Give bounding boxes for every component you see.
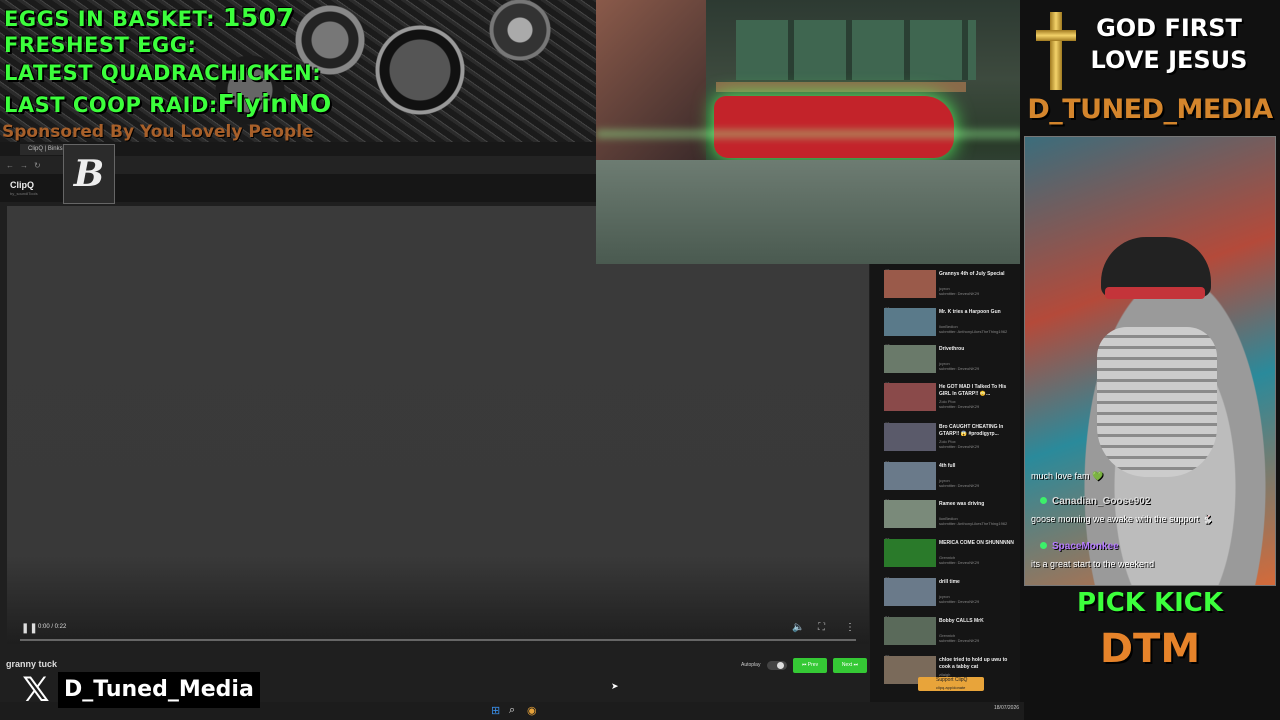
queue-item-title[interactable]: 4th full: [939, 463, 1017, 470]
cross-icon: [1036, 12, 1076, 90]
queue-item-meta: jcyron submitter: DeveoNK29: [939, 478, 980, 488]
queue-item-meta: jcyron submitter: DeveoNK29: [939, 594, 980, 604]
forward-icon[interactable]: →: [20, 161, 28, 170]
queue-item-meta: jcyron submitter: DeveoNK29: [939, 361, 980, 371]
chat-message: goose morning we awake with the support …: [1031, 514, 1213, 524]
freshest-egg-label: FRESHEST EGG:: [4, 33, 197, 57]
love-jesus-text: LOVE JESUS: [1090, 46, 1248, 74]
queue-item[interactable]: 204th fulljcyronsubmitter: DeveoNK29: [877, 460, 1017, 498]
chat-username-text: Canadian_Goose902: [1052, 496, 1151, 507]
queue-item-meta: Grennich submitter: DeveoNK29: [939, 555, 980, 565]
queue-item-thumbnail[interactable]: [884, 270, 936, 298]
queue-item-title[interactable]: MERICA COME ON SHUNNNNN: [939, 540, 1017, 547]
queue-item[interactable]: 24Bobby CALLS MrKGrennichsubmitter: Deve…: [877, 615, 1017, 653]
queue-item-meta: Zolo Plox submitter: DeveoNK29: [939, 439, 980, 449]
fullscreen-icon[interactable]: ⛶: [818, 622, 825, 633]
more-options-icon[interactable]: ⋮: [845, 622, 855, 633]
queue-item-thumbnail[interactable]: [884, 345, 936, 373]
queue-item-meta: lionBedion submitter: AnthonyLikesTheThin…: [939, 516, 1008, 526]
queue-item-meta: jcyron submitter: DeveoNK29: [939, 286, 980, 296]
pick-kick-text: PICK KICK: [1076, 588, 1224, 618]
queue-item-meta: Grennich submitter: DeveoNK29: [939, 633, 980, 643]
badge-icon: [1040, 497, 1047, 504]
autoplay-toggle[interactable]: [767, 661, 787, 670]
queue-item-thumbnail[interactable]: [884, 383, 936, 411]
queue-item-title[interactable]: Mr. K tries a Harpoon Gun: [939, 309, 1017, 316]
channel-logo: B: [63, 144, 115, 204]
chrome-icon[interactable]: ◉: [527, 704, 537, 717]
support-clipq-button[interactable]: Support ClipQ clipq.app/donate: [918, 677, 984, 691]
dtm-text: DTM: [1099, 626, 1201, 672]
queue-item[interactable]: 21Ramee was drivinglionBedionsubmitter: …: [877, 498, 1017, 536]
windows-start-icon[interactable]: ⊞: [491, 704, 500, 717]
queue-item-title[interactable]: drill time: [939, 579, 1017, 586]
queue-item-title[interactable]: Bro CAUGHT CHEATING In GTARP!! 😱 #prodig…: [939, 424, 1017, 438]
queue-item[interactable]: 19Bro CAUGHT CHEATING In GTARP!! 😱 #prod…: [877, 421, 1017, 459]
queue-item[interactable]: 22MERICA COME ON SHUNNNNNGrennichsubmitt…: [877, 537, 1017, 575]
queue-item-title[interactable]: chloe tried to hold up uwu to cook a tab…: [939, 657, 1017, 671]
eggs-value: 1507: [222, 3, 295, 32]
chat-message: much love fam 💚: [1031, 471, 1104, 481]
queue-item-title[interactable]: Grannys 4th of July Special: [939, 271, 1017, 278]
god-first-text: GOD FIRST: [1096, 14, 1242, 42]
autoplay-label: Autoplay: [741, 662, 761, 668]
video-time: 0:00 / 0:22: [38, 624, 67, 630]
social-handle: D_Tuned_Media: [58, 672, 260, 708]
queue-item-thumbnail[interactable]: [884, 462, 936, 490]
queue-item[interactable]: 17Drivethroujcyronsubmitter: DeveoNK29: [877, 343, 1017, 381]
webcam-room-feed: [596, 0, 1024, 264]
queue-item[interactable]: 15Grannys 4th of July Specialjcyronsubmi…: [877, 268, 1017, 306]
mouse-cursor-icon: ➤: [611, 681, 619, 691]
queue-item[interactable]: 18He GOT MAD I Talked To His GIRL In GTA…: [877, 381, 1017, 419]
reload-icon[interactable]: ↻: [34, 161, 41, 170]
quadrachicken-label: LATEST QUADRACHICKEN:: [4, 61, 322, 85]
brand-title: D_TUNED_MEDIA: [1027, 94, 1273, 125]
badge-icon: [1040, 542, 1047, 549]
queue-item-thumbnail[interactable]: [884, 500, 936, 528]
queue-item[interactable]: 16Mr. K tries a Harpoon GunlionBedionsub…: [877, 306, 1017, 344]
queue-item-thumbnail[interactable]: [884, 423, 936, 451]
queue-item-thumbnail[interactable]: [884, 617, 936, 645]
search-icon[interactable]: ⌕: [509, 704, 515, 717]
eggs-counter: EGGS IN BASKET: 1507: [4, 3, 295, 32]
site-title[interactable]: ClipQ: [10, 180, 34, 190]
video-player[interactable]: [7, 206, 869, 644]
queue-item-thumbnail[interactable]: [884, 578, 936, 606]
video-progress-bar[interactable]: [20, 639, 856, 641]
x-logo-icon: 𝕏: [22, 670, 50, 710]
queue-item-title[interactable]: Ramee was driving: [939, 501, 1017, 508]
taskbar-clock: 18/07/2026: [994, 705, 1020, 711]
chat-username: Canadian_Goose902: [1040, 496, 1150, 507]
pause-icon[interactable]: ❚❚: [21, 623, 38, 634]
queue-item-title[interactable]: Bobby CALLS MrK: [939, 618, 1017, 625]
raid-value: FlyinNO: [217, 89, 332, 118]
queue-item-thumbnail[interactable]: [884, 539, 936, 567]
prev-button[interactable]: ⏮ Prev: [793, 658, 827, 673]
queue-item-meta: lionBedion submitter: AnthonyLikesTheThin…: [939, 324, 1008, 334]
queue-item-thumbnail[interactable]: [884, 308, 936, 336]
queue-item-title[interactable]: He GOT MAD I Talked To His GIRL In GTARP…: [939, 384, 1017, 398]
queue-item-title[interactable]: Drivethrou: [939, 346, 1017, 353]
site-subtitle: by_soundlTools: [10, 191, 38, 196]
volume-icon[interactable]: 🔈: [792, 622, 804, 633]
queue-item[interactable]: 23drill timejcyronsubmitter: DeveoNK29: [877, 576, 1017, 614]
sponsor-text: Sponsored By You Lovely People: [2, 122, 314, 142]
next-button[interactable]: Next ⏭: [833, 658, 867, 673]
chat-username: SpaceMonkee: [1040, 541, 1119, 552]
chat-message: its a great start to the weekend: [1031, 559, 1155, 569]
clip-title: granny tuck: [6, 659, 58, 669]
queue-item-meta: Zolo Plox submitter: DeveoNK29: [939, 399, 980, 409]
chat-username-text: SpaceMonkee: [1052, 541, 1119, 552]
coop-raid: LAST COOP RAID:FlyinNO: [4, 89, 332, 118]
back-icon[interactable]: ←: [6, 161, 14, 170]
